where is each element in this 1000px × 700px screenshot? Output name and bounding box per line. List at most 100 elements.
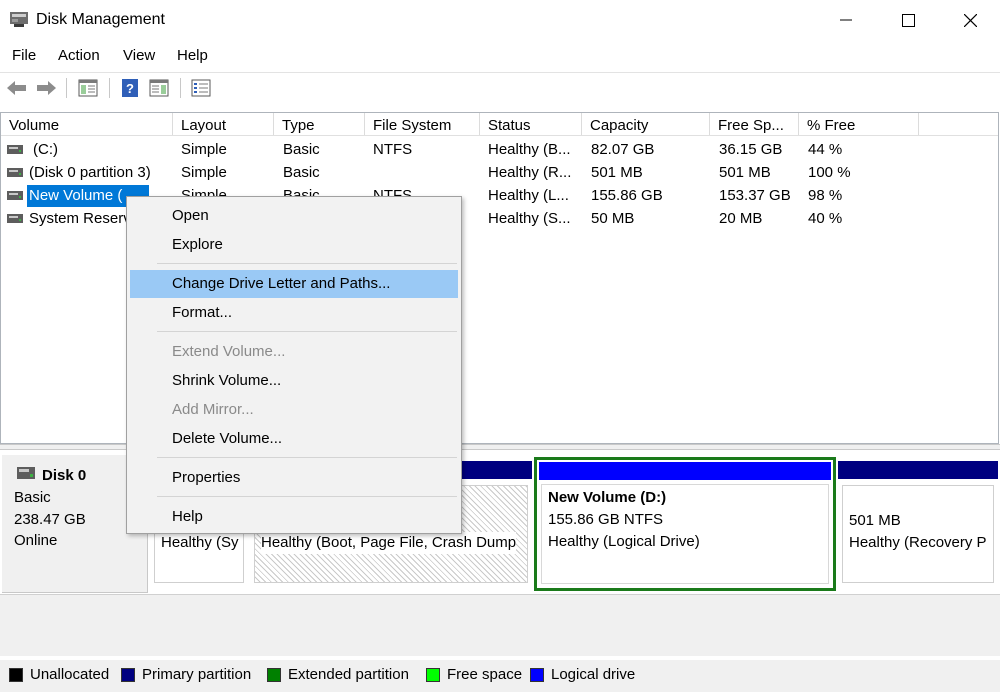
cell-status: Healthy (S... — [488, 210, 571, 227]
column-header-capacity[interactable]: Capacity — [582, 113, 710, 135]
back-button[interactable] — [5, 76, 29, 100]
menu-item-change-drive-letter[interactable]: Change Drive Letter and Paths... — [130, 270, 458, 298]
menu-item-shrink-volume[interactable]: Shrink Volume... — [130, 367, 458, 395]
cell-capacity: 82.07 GB — [591, 141, 655, 158]
menu-separator — [157, 331, 457, 332]
legend-label-primary: Primary partition — [142, 666, 252, 683]
menu-separator — [157, 263, 457, 264]
window-title: Disk Management — [36, 11, 165, 28]
cell-volume: (Disk 0 partition 3) — [29, 164, 151, 181]
help-button[interactable]: ? — [118, 76, 142, 100]
column-header-type[interactable]: Type — [274, 113, 365, 135]
disk-name: Disk 0 — [42, 467, 87, 484]
cell-file-system: NTFS — [373, 141, 413, 158]
cell-layout: Simple — [181, 164, 227, 181]
legend-swatch-extended — [267, 668, 281, 682]
drive-icon — [7, 191, 23, 200]
column-header-layout[interactable]: Layout — [173, 113, 274, 135]
disk-management-icon — [10, 12, 28, 27]
cell-free-space: 36.15 GB — [719, 141, 783, 158]
drive-icon — [7, 214, 23, 223]
legend-swatch-primary — [121, 668, 135, 682]
forward-arrow-icon — [37, 81, 56, 95]
cell-volume: (C:) — [33, 141, 58, 158]
toolbar: ? — [0, 72, 1000, 103]
menu-help[interactable]: Help — [177, 47, 208, 64]
properties-button[interactable] — [147, 76, 171, 100]
menu-item-open[interactable]: Open — [130, 202, 458, 230]
partition-color-bar — [838, 461, 998, 479]
list-view-button[interactable] — [189, 76, 213, 100]
minimize-icon — [840, 19, 852, 21]
help-icon: ? — [122, 79, 138, 97]
cell-type: Basic — [283, 141, 320, 158]
partition-title: New Volume (D:) — [548, 489, 667, 506]
cell-free-space: 20 MB — [719, 210, 763, 227]
menu-item-properties[interactable]: Properties — [130, 464, 458, 492]
title-bar: Disk Management — [0, 0, 1000, 40]
menu-action[interactable]: Action — [58, 47, 100, 64]
back-arrow-icon — [7, 81, 26, 95]
legend-label-extended: Extended partition — [288, 666, 409, 683]
svg-text:?: ? — [126, 81, 134, 96]
cell-capacity: 50 MB — [591, 210, 635, 227]
partition-new-volume[interactable]: New Volume (D:) 155.86 GB NTFS Healthy (… — [534, 457, 836, 591]
legend-swatch-unallocated — [9, 668, 23, 682]
column-header-volume[interactable]: Volume — [1, 113, 173, 135]
partition-status: Healthy (Logical Drive) — [548, 533, 700, 550]
menu-separator — [157, 496, 457, 497]
menu-item-add-mirror[interactable]: Add Mirror... — [130, 396, 458, 424]
cell-percent-free: 44 % — [808, 141, 843, 158]
cell-free-space: 153.37 GB — [719, 187, 791, 204]
disk-icon — [17, 467, 35, 479]
cell-capacity: 501 MB — [591, 164, 643, 181]
cell-percent-free: 100 % — [808, 164, 851, 181]
drive-icon — [7, 145, 23, 154]
menu-item-delete-volume[interactable]: Delete Volume... — [130, 425, 458, 453]
properties-icon — [149, 79, 169, 97]
cell-type: Basic — [283, 164, 320, 181]
cell-percent-free: 40 % — [808, 210, 843, 227]
partition-status: Healthy (Sy — [161, 534, 239, 551]
menu-item-explore[interactable]: Explore — [130, 231, 458, 259]
menu-separator — [157, 457, 457, 458]
toolbar-separator — [180, 78, 181, 98]
show-hide-console-tree-icon — [78, 79, 98, 97]
menu-item-extend-volume[interactable]: Extend Volume... — [130, 338, 458, 366]
volume-list-header: Volume Layout Type File System Status Ca… — [1, 113, 998, 136]
menu-file[interactable]: File — [12, 47, 36, 64]
menu-view[interactable]: View — [123, 47, 155, 64]
partition-body: New Volume (D:) 155.86 GB NTFS Healthy (… — [541, 484, 829, 584]
forward-button[interactable] — [34, 76, 58, 100]
minimize-button[interactable] — [815, 0, 877, 40]
disk-state: Online — [14, 532, 58, 549]
cell-capacity: 155.86 GB — [591, 187, 663, 204]
column-header-free-space[interactable]: Free Sp... — [710, 113, 799, 135]
column-header-file-system[interactable]: File System — [365, 113, 480, 135]
cell-status: Healthy (L... — [488, 187, 569, 204]
toolbar-separator — [66, 78, 67, 98]
column-header-percent-free[interactable]: % Free — [799, 113, 919, 135]
partition-recovery[interactable]: 501 MB Healthy (Recovery P — [838, 461, 998, 587]
disk-type: Basic — [14, 489, 51, 506]
toolbar-separator — [109, 78, 110, 98]
cell-free-space: 501 MB — [719, 164, 771, 181]
show-hide-console-tree-button[interactable] — [76, 76, 100, 100]
close-icon — [963, 13, 977, 27]
cell-percent-free: 98 % — [808, 187, 843, 204]
volume-row[interactable]: (Disk 0 partition 3) Simple Basic Health… — [1, 162, 998, 184]
menu-item-help[interactable]: Help — [130, 503, 458, 531]
context-menu: Open Explore Change Drive Letter and Pat… — [126, 196, 462, 534]
menu-item-format[interactable]: Format... — [130, 299, 458, 327]
list-view-icon — [191, 79, 211, 97]
legend-label-unallocated: Unallocated — [30, 666, 110, 683]
partition-size: 155.86 GB NTFS — [548, 511, 664, 528]
close-button[interactable] — [939, 0, 1000, 40]
maximize-button[interactable] — [877, 0, 939, 40]
cell-status: Healthy (B... — [488, 141, 571, 158]
drive-icon — [7, 168, 23, 177]
volume-row[interactable]: (C:) Simple Basic NTFS Healthy (B... 82.… — [1, 139, 998, 161]
legend-label-free-space: Free space — [447, 666, 523, 683]
maximize-icon — [901, 13, 915, 27]
column-header-status[interactable]: Status — [480, 113, 582, 135]
